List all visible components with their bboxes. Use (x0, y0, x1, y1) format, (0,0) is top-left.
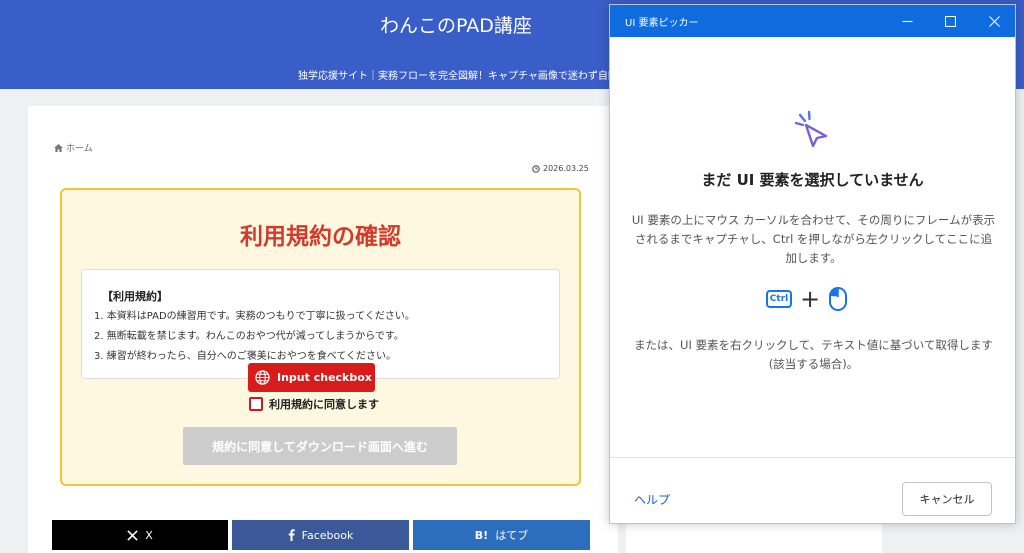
clock-icon (532, 164, 540, 173)
element-highlight-tooltip: Input checkbox (248, 363, 375, 392)
x-logo-icon (127, 529, 138, 541)
dialog-title: UI 要素ピッカー (625, 18, 699, 29)
agree-checkbox[interactable] (249, 397, 263, 411)
close-button[interactable] (974, 5, 1014, 37)
post-date: 2026.03.25 (532, 164, 589, 173)
dialog-alternative-text: または、UI 要素を右クリックして、テキスト値に基づいて取得します (該当する場… (634, 338, 993, 371)
plus-sign: + (800, 285, 821, 313)
dialog-divider (610, 457, 1015, 458)
terms-item: 1. 本資料はPADの練習用です。実務のつもりで丁寧に扱ってください。 (94, 311, 415, 322)
ui-element-picker-dialog: UI 要素ピッカー まだ UI 要素を選択していません UI 要素の上にマウス … (609, 4, 1016, 524)
ctrl-click-hint: Ctrl + (766, 286, 848, 312)
share-hatena-button[interactable]: B! はてブ (413, 520, 590, 550)
dialog-titlebar[interactable]: UI 要素ピッカー (610, 5, 1015, 37)
maximize-icon (944, 15, 956, 27)
article-card: ホーム 2026.03.25 利用規約の確認 【利用規約】 1. 本資料はPAD… (28, 106, 618, 553)
hatena-icon: B! (474, 528, 489, 542)
share-facebook-label: Facebook (301, 528, 354, 542)
terms-item: 2. 無断転載を禁じます。わんこのおやつ代が減ってしまうからです。 (94, 331, 404, 342)
cursor-click-icon (794, 110, 828, 148)
sidebar-card (626, 520, 882, 553)
mouse-left-click-icon (829, 287, 848, 311)
cancel-button[interactable]: キャンセル (902, 482, 992, 516)
share-x-label: X (145, 528, 153, 542)
minimize-button[interactable] (887, 5, 927, 37)
share-hatena-label: はてブ (495, 529, 529, 542)
home-icon (54, 143, 63, 152)
terms-heading: 利用規約の確認 (240, 224, 401, 250)
ctrl-key-icon: Ctrl (766, 290, 792, 308)
globe-icon (255, 370, 270, 385)
terms-item: 3. 練習が終わったら、自分へのご褒美におやつを食べてください。 (94, 351, 397, 362)
tooltip-label: Input checkbox (277, 371, 372, 384)
breadcrumb-home[interactable]: ホーム (66, 141, 93, 154)
breadcrumb[interactable]: ホーム (54, 141, 93, 154)
site-tagline: 独学応援サイト｜実務フローを完全図解！キャプチャ画像で迷わず自動化 (298, 71, 628, 82)
post-date-text: 2026.03.25 (543, 164, 589, 173)
site-title[interactable]: わんこのPAD講座 (380, 11, 532, 38)
dialog-description: UI 要素の上にマウス カーソルを合わせて、その周りにフレームが表示されるまでキ… (631, 213, 996, 265)
agree-label[interactable]: 利用規約に同意します (269, 396, 379, 412)
dialog-heading: まだ UI 要素を選択していません (701, 171, 924, 189)
maximize-button[interactable] (930, 5, 970, 37)
minimize-icon (902, 20, 912, 22)
terms-title: 【利用規約】 (102, 290, 168, 303)
terms-box: 利用規約の確認 【利用規約】 1. 本資料はPADの練習用です。実務のつもりで丁… (60, 188, 581, 486)
facebook-icon (288, 529, 295, 541)
help-link[interactable]: ヘルプ (634, 491, 670, 508)
close-icon (988, 15, 1000, 27)
share-x-button[interactable]: X (52, 520, 228, 550)
agree-checkbox-row[interactable]: 利用規約に同意します (249, 396, 379, 412)
proceed-download-button[interactable]: 規約に同意してダウンロード画面へ進む (183, 427, 457, 465)
share-facebook-button[interactable]: Facebook (232, 520, 409, 550)
